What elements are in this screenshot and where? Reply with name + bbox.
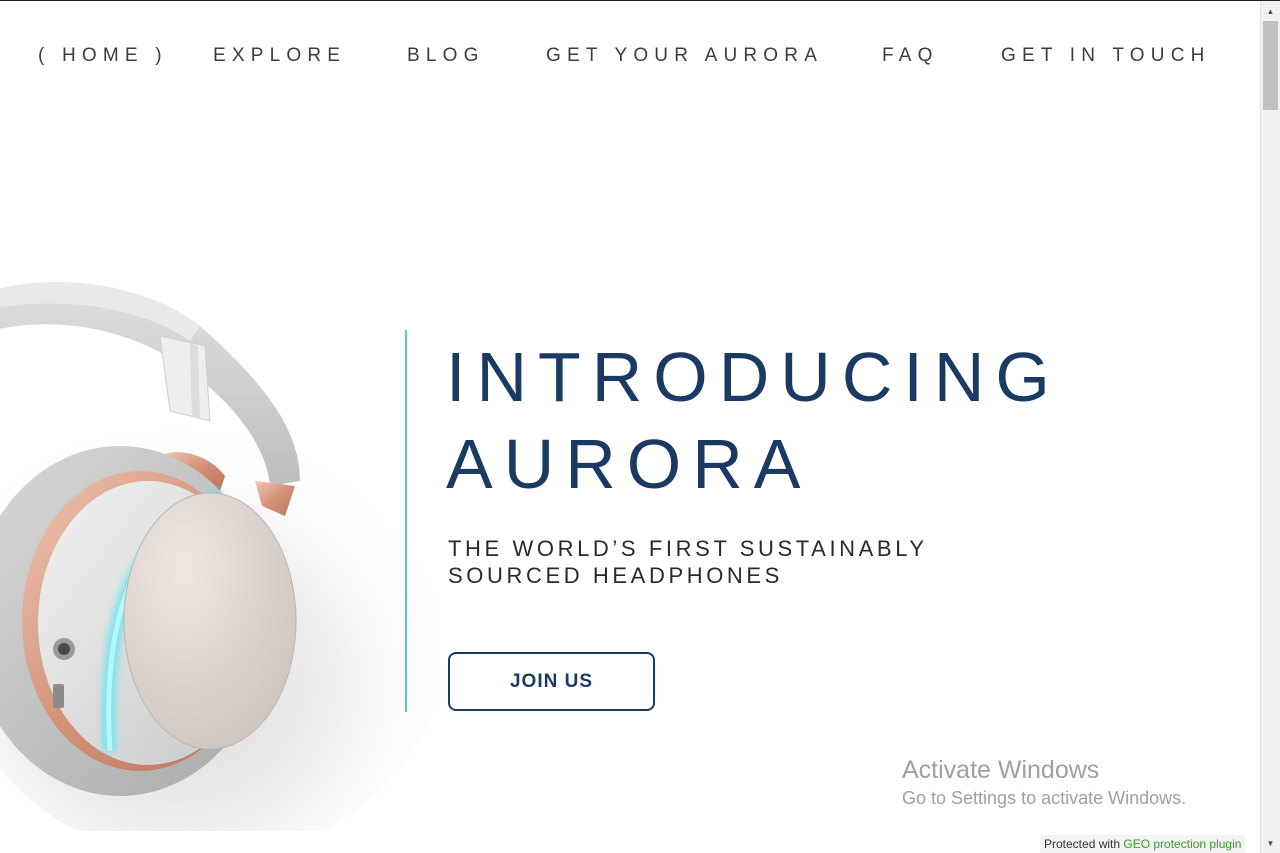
scroll-down-arrow-icon[interactable]: ▼ [1261, 835, 1280, 852]
main-navigation: ( HOME ) EXPLORE BLOG GET YOUR AURORA FA… [0, 45, 1260, 69]
badge-plugin-link[interactable]: GEO protection plugin [1123, 837, 1241, 851]
nav-item-explore[interactable]: EXPLORE [213, 45, 346, 67]
vertical-accent-line [405, 330, 407, 712]
headphones-image [0, 231, 450, 853]
nav-item-get-in-touch[interactable]: GET IN TOUCH [1001, 45, 1211, 67]
vertical-scrollbar[interactable]: ▲ ▼ [1260, 1, 1280, 853]
hero-subtitle-line-2: SOURCED HEADPHONES [448, 563, 783, 588]
nav-item-get-your-aurora[interactable]: GET YOUR AURORA [546, 45, 823, 67]
protection-badge: Protected with GEO protection plugin [1040, 835, 1246, 853]
nav-item-home[interactable]: ( HOME ) [38, 45, 168, 67]
browser-viewport: ( HOME ) EXPLORE BLOG GET YOUR AURORA FA… [0, 0, 1280, 853]
watermark-title: Activate Windows [902, 756, 1100, 784]
nav-item-blog[interactable]: BLOG [407, 45, 485, 67]
hero-subtitle: THE WORLD’S FIRST SUSTAINABLY SOURCED HE… [448, 535, 928, 589]
watermark-subtitle: Go to Settings to activate Windows. [902, 788, 1187, 808]
hero-title-line-2: AURORA [446, 425, 812, 503]
hero-subtitle-line-1: THE WORLD’S FIRST SUSTAINABLY [448, 536, 928, 561]
badge-prefix: Protected with [1044, 837, 1124, 851]
join-us-button[interactable]: JOIN US [448, 652, 655, 711]
scrollbar-thumb[interactable] [1263, 21, 1278, 110]
nav-item-faq[interactable]: FAQ [882, 45, 939, 67]
hero-title-line-1: INTRODUCING [446, 338, 1061, 416]
hero-title: INTRODUCING AURORA [446, 334, 1061, 508]
scroll-up-arrow-icon[interactable]: ▲ [1261, 3, 1280, 20]
windows-activation-watermark: Activate Windows Go to Settings to activ… [902, 755, 1186, 811]
